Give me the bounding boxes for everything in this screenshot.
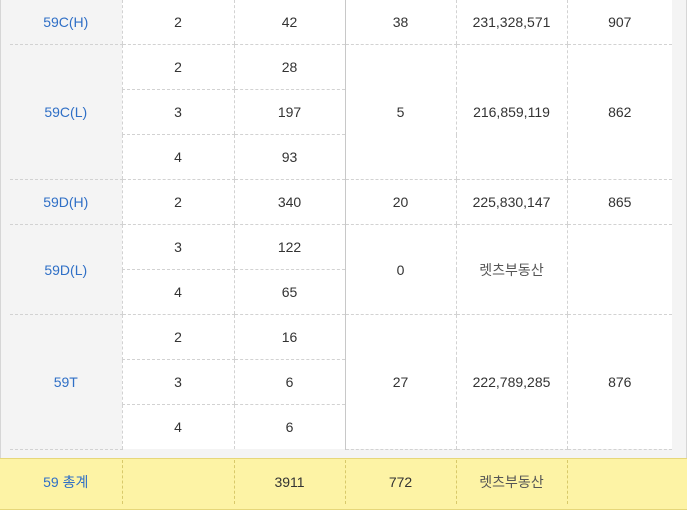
room-count-cell: 2	[121, 314, 234, 360]
room-count-cell: 3	[121, 359, 234, 405]
total-label: 59 총계	[10, 460, 122, 504]
unit-count-cell: 6	[233, 404, 346, 449]
total-applicant-cell: 772	[344, 460, 456, 504]
price-cell: 216,859,119	[455, 44, 567, 180]
watermark-cell: 렛츠부동산	[455, 224, 567, 315]
table-row: 59D(L) 3 122 0 렛츠부동산	[10, 224, 672, 315]
room-count-cell: 4	[121, 134, 234, 180]
applicant-count-cell: 20	[344, 179, 456, 225]
total-room-cell	[121, 460, 234, 504]
total-table: 59 총계 3911 772 렛츠부동산	[10, 460, 672, 504]
housing-type-cell: 59D(H)	[10, 179, 122, 225]
price-cell: 231,328,571	[455, 0, 567, 45]
housing-type-cell: 59D(L)	[10, 224, 122, 315]
unit-count-cell: 65	[233, 269, 346, 315]
table-row: 59D(H) 2 340 20 225,830,147 865	[10, 179, 672, 225]
room-count-cell: 3	[121, 89, 234, 135]
unit-count-cell: 122	[233, 224, 346, 270]
room-count-cell: 4	[121, 404, 234, 449]
unit-count-cell: 197	[233, 89, 346, 135]
room-count-cell: 2	[121, 179, 234, 225]
supply-table: 59C(H) 2 42 38 231,328,571 907 59C(L) 2 …	[10, 0, 672, 450]
room-count-cell: 4	[121, 269, 234, 315]
room-count-cell: 3	[121, 224, 234, 270]
total-rate-cell	[566, 460, 672, 504]
housing-type-cell: 59T	[10, 314, 122, 450]
unit-count-cell: 42	[233, 0, 346, 45]
housing-type-cell: 59C(H)	[10, 0, 122, 45]
total-row: 59 총계 3911 772 렛츠부동산	[10, 460, 672, 504]
unit-count-cell: 16	[233, 314, 346, 360]
rate-cell	[566, 224, 672, 315]
applicant-count-cell: 27	[344, 314, 456, 450]
price-cell: 222,789,285	[455, 314, 567, 450]
unit-count-cell: 6	[233, 359, 346, 405]
table-row: 59C(L) 2 28 5 216,859,119 862	[10, 44, 672, 180]
applicant-count-cell: 5	[344, 44, 456, 180]
rate-cell: 865	[566, 179, 672, 225]
unit-count-cell: 340	[233, 179, 346, 225]
price-cell: 225,830,147	[455, 179, 567, 225]
watermark-cell: 렛츠부동산	[455, 460, 567, 504]
total-unit-cell: 3911	[233, 460, 345, 504]
rate-cell: 907	[566, 0, 672, 45]
unit-count-cell: 93	[233, 134, 346, 180]
rate-cell: 862	[566, 44, 672, 180]
applicant-count-cell: 0	[344, 224, 456, 315]
unit-count-cell: 28	[233, 44, 346, 90]
housing-type-cell: 59C(L)	[10, 44, 122, 180]
room-count-cell: 2	[121, 0, 234, 45]
applicant-count-cell: 38	[344, 0, 456, 45]
rate-cell: 876	[566, 314, 672, 450]
table-row: 59C(H) 2 42 38 231,328,571 907	[10, 0, 672, 45]
table-row: 59T 2 16 27 222,789,285 876	[10, 314, 672, 450]
room-count-cell: 2	[121, 44, 234, 90]
